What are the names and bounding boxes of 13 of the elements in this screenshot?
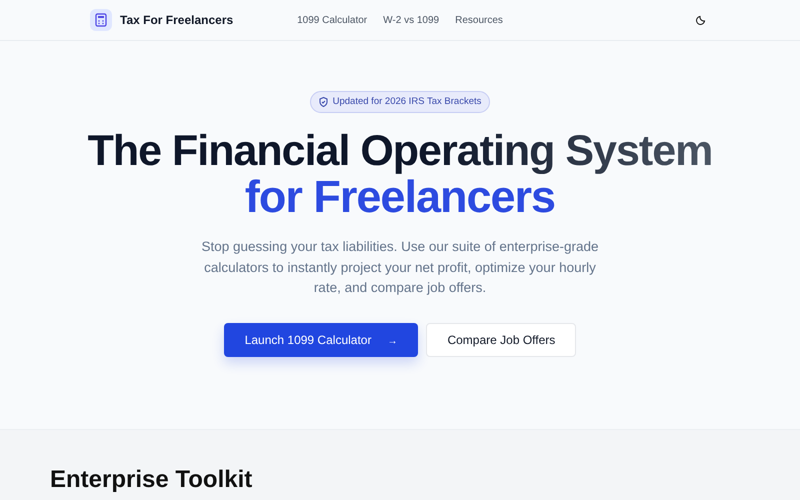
calculator-icon[interactable] bbox=[90, 9, 112, 31]
cta-button[interactable]: Launch 1099 Calculator → bbox=[224, 322, 418, 357]
brand-name[interactable]: Tax For Freelancers bbox=[120, 11, 234, 29]
shield-icon bbox=[318, 97, 328, 108]
section-title: Enterprise Toolkit bbox=[50, 466, 254, 494]
update-badge: Updated for 2026 IRS Tax Brackets bbox=[310, 91, 490, 114]
nav-link[interactable]: Resources bbox=[455, 12, 503, 28]
headline-accent: for Freelancers bbox=[244, 174, 556, 220]
nav-link[interactable]: W-2 vs 1099 bbox=[383, 12, 440, 28]
nav-link[interactable]: 1099 Calculator bbox=[297, 12, 368, 28]
cta-button[interactable]: Compare Job Offers bbox=[426, 322, 576, 357]
subtitle: Stop guessing your tax liabilities. Use our suite of enterprise-grade calculators to instantly project your net profit, optimize your hourly rate, and compare job offers. bbox=[200, 238, 600, 298]
moon-icon[interactable] bbox=[696, 15, 706, 25]
